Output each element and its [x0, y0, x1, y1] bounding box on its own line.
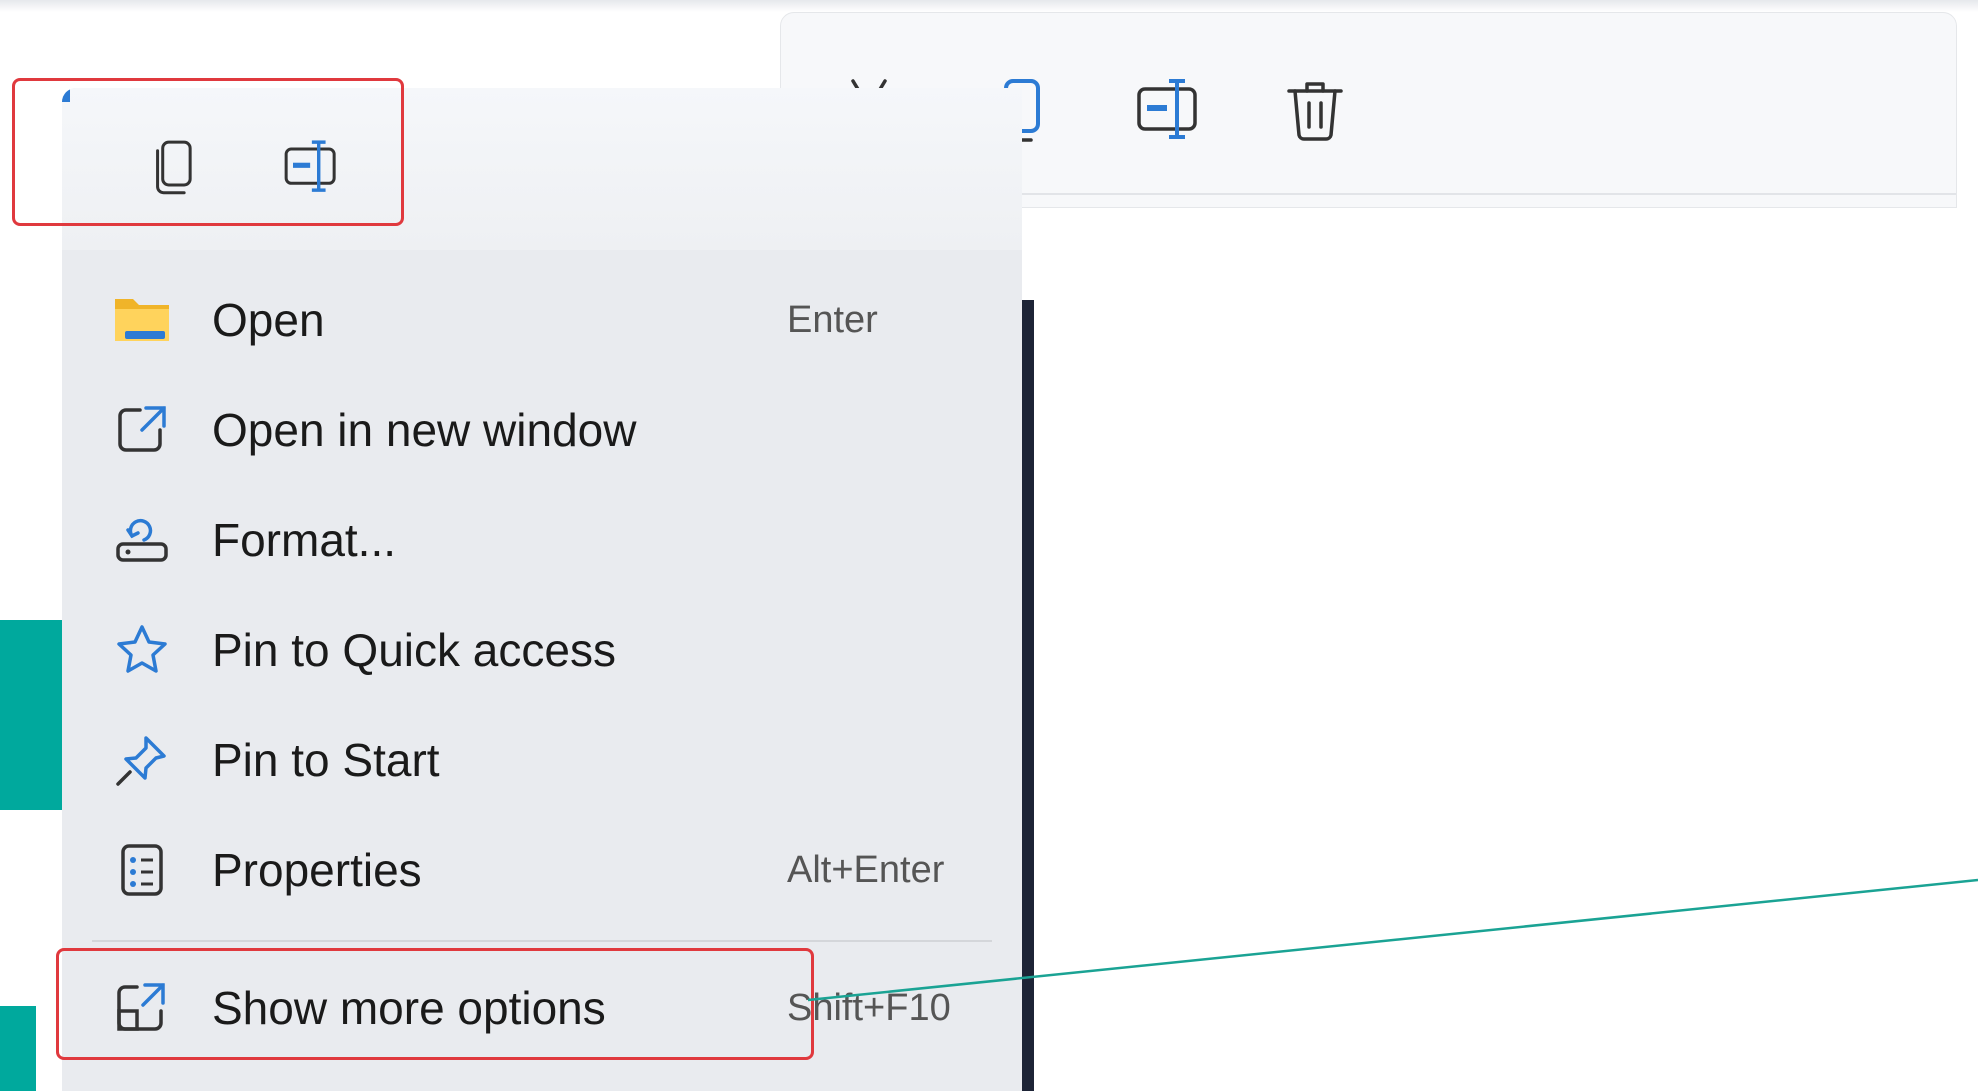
delete-icon [1287, 82, 1343, 141]
show-more-icon [112, 978, 172, 1038]
teal-background-block [0, 620, 62, 810]
menu-item-label: Pin to Start [212, 734, 440, 786]
menu-item-open-new-window[interactable]: Open in new window [62, 380, 1022, 480]
menu-item-properties[interactable]: Properties Alt+Enter [62, 820, 1022, 920]
pin-icon [112, 730, 172, 790]
copy-icon [156, 140, 192, 195]
menu-item-shortcut: Alt+Enter [787, 848, 945, 891]
menu-item-open[interactable]: Open Enter [62, 270, 1022, 370]
top-edge-shadow [0, 0, 1978, 12]
properties-icon [112, 840, 172, 900]
rename-button[interactable] [276, 132, 346, 202]
folder-icon [112, 290, 172, 350]
open-new-window-icon [112, 400, 172, 460]
menu-item-label: Pin to Quick access [212, 624, 616, 676]
teal-background-block [0, 1006, 36, 1091]
menu-item-label: Open [212, 294, 325, 346]
menu-item-pin-quick-access[interactable]: Pin to Quick access [62, 600, 1022, 700]
menu-item-shortcut: Enter [787, 298, 878, 341]
rename-icon [1137, 79, 1197, 139]
format-drive-icon [112, 510, 172, 570]
menu-item-label: Show more options [212, 982, 606, 1034]
star-icon [112, 620, 172, 680]
menu-item-label: Format... [212, 514, 397, 566]
menu-item-shortcut: Shift+F10 [787, 986, 951, 1029]
rename-icon [284, 140, 336, 192]
delete-button[interactable] [1275, 65, 1355, 155]
context-menu: Open Enter Open in new window Format... [62, 88, 1022, 1091]
menu-item-label: Properties [212, 844, 422, 896]
copy-button[interactable] [138, 132, 208, 202]
menu-item-show-more-options[interactable]: Show more options Shift+F10 [62, 958, 1022, 1058]
menu-item-label: Open in new window [212, 404, 637, 456]
rename-button[interactable] [1128, 65, 1208, 155]
menu-accent-corner [62, 88, 70, 102]
menu-item-pin-to-start[interactable]: Pin to Start [62, 710, 1022, 810]
context-menu-toolbar [62, 88, 1022, 250]
menu-separator [92, 940, 992, 942]
menu-item-format[interactable]: Format... [62, 490, 1022, 590]
